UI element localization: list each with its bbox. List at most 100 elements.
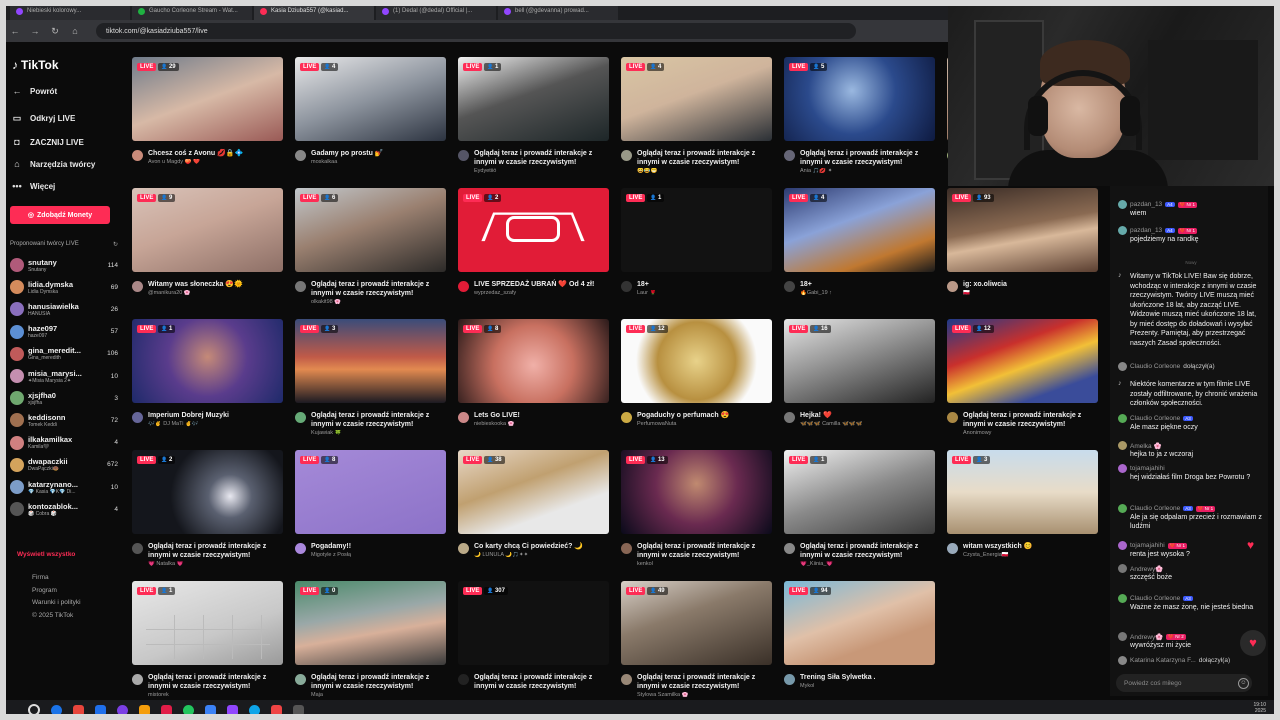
- chat-username[interactable]: tojamajahihi: [1130, 542, 1165, 549]
- live-stream-card[interactable]: LIVE 👤 16 Hejka! ❤️ 🦋🦋🦋 Camilla 🦋🦋🦋: [784, 319, 935, 427]
- chat-avatar[interactable]: [1118, 632, 1127, 641]
- live-stream-card[interactable]: LIVE 👤 0 Oglądaj teraz i prowadź interakcj…: [295, 581, 446, 698]
- browser-tab[interactable]: Gaucho Corleone Stream - Wat...: [132, 2, 252, 20]
- streamer-avatar[interactable]: [295, 543, 306, 554]
- suggested-creator[interactable]: hanusiawielka HANUSIA 26: [10, 298, 118, 320]
- stream-thumbnail[interactable]: LIVE 👤 93: [947, 188, 1098, 272]
- streamer-avatar[interactable]: [295, 674, 306, 685]
- streamer-avatar[interactable]: [621, 150, 632, 161]
- suggested-creator[interactable]: snutany Snutany 114: [10, 254, 118, 276]
- live-stream-card[interactable]: LIVE 👤 3 witam wszystkich 😊 Czysta_Energia🇵…: [947, 450, 1098, 558]
- chat-avatar[interactable]: [1118, 656, 1127, 665]
- streamer-avatar[interactable]: [458, 412, 469, 423]
- live-stream-card[interactable]: LIVE 👤 38 Co karty chcą Ci powiedzieć? 🌙 🌙 …: [458, 450, 609, 558]
- taskbar-app-icon[interactable]: [271, 704, 282, 716]
- suggested-creator[interactable]: gina_meredit... Gina_meredith 106: [10, 343, 118, 365]
- stream-thumbnail[interactable]: LIVE 👤 4: [784, 188, 935, 272]
- taskbar-app-icon[interactable]: [117, 704, 128, 716]
- streamer-avatar[interactable]: [947, 412, 958, 423]
- chat-username[interactable]: Katarina Katarzyna F...: [1130, 657, 1196, 664]
- live-stream-card[interactable]: LIVE 👤 1 Oglądaj teraz i prowadź interakcj…: [784, 450, 935, 567]
- stream-thumbnail[interactable]: LIVE 👤 12: [621, 319, 772, 403]
- streamer-avatar[interactable]: [132, 543, 143, 554]
- live-stream-card[interactable]: LIVE 👤 9 Witamy was słoneczka 😍🌞 @manikura2…: [132, 188, 283, 296]
- live-stream-card[interactable]: LIVE 👤 94 Trening Siła Sylwetka . Mykol: [784, 581, 935, 689]
- like-heart-button[interactable]: ♥: [1240, 630, 1266, 656]
- footer-link[interactable]: Warunki i polityki: [32, 599, 81, 606]
- taskbar-app-icon[interactable]: [73, 704, 84, 716]
- nav-item-live-tv[interactable]: ▭ Odkryj LIVE: [12, 113, 76, 124]
- stream-thumbnail[interactable]: LIVE👤 1: [132, 581, 283, 665]
- nav-item-home[interactable]: ⌂ Narzędzia twórcy: [12, 159, 95, 169]
- live-stream-card[interactable]: LIVE 👤 4 Oglądaj teraz i prowadź interakcj…: [621, 57, 772, 174]
- stream-thumbnail[interactable]: LIVE 👤 38: [458, 450, 609, 534]
- footer-link[interactable]: Firma: [32, 574, 49, 581]
- stream-thumbnail[interactable]: LIVE 👤 307: [458, 581, 609, 665]
- suggested-creator[interactable]: lidia.dymska Lidia Dymska 69: [10, 276, 118, 298]
- stream-thumbnail[interactable]: LIVE 👤 94: [784, 581, 935, 665]
- live-stream-card[interactable]: LIVE 👤 1 Imperium Dobrej Muzyki 🎶✌️ DJ MaTi…: [132, 319, 283, 427]
- stream-thumbnail[interactable]: LIVE 👤 0: [295, 581, 446, 665]
- streamer-avatar[interactable]: [621, 412, 632, 423]
- chat-username[interactable]: Claudio Corleone: [1130, 595, 1180, 602]
- chat-username[interactable]: Amelka 🌸: [1130, 442, 1162, 450]
- streamer-avatar[interactable]: [947, 281, 958, 292]
- chat-avatar[interactable]: [1118, 414, 1127, 423]
- suggested-creator[interactable]: keddisonn Tomek Keddi 72: [10, 409, 118, 431]
- chat-username[interactable]: Andrewy🌸: [1130, 565, 1163, 573]
- stream-thumbnail[interactable]: LIVE 👤 8: [458, 319, 609, 403]
- suggested-creator[interactable]: kontozablok... 🎲 Cobra 🎲 4: [10, 498, 118, 520]
- stream-thumbnail[interactable]: LIVE 👤 4: [295, 57, 446, 141]
- chat-username[interactable]: Andrewy🌸: [1130, 633, 1163, 641]
- emoji-icon[interactable]: ☺: [1238, 678, 1249, 689]
- live-stream-card[interactable]: LIVE 👤 1 18+ Laur 🌹: [621, 188, 772, 296]
- chat-username[interactable]: pazdan_13: [1130, 201, 1162, 208]
- stream-thumbnail[interactable]: LIVE 👤 12: [947, 319, 1098, 403]
- stream-thumbnail[interactable]: LIVE 👤 5: [784, 57, 935, 141]
- suggested-creator[interactable]: haze097 haze097 57: [10, 321, 118, 343]
- chat-username[interactable]: pazdan_13: [1130, 227, 1162, 234]
- streamer-avatar[interactable]: [132, 150, 143, 161]
- chat-avatar[interactable]: [1118, 504, 1127, 513]
- live-stream-card[interactable]: LIVE 👤 1 Oglądaj teraz i prowadź interakcj…: [132, 581, 283, 698]
- stream-thumbnail[interactable]: LIVE 👤 49: [621, 581, 772, 665]
- live-stream-card[interactable]: LIVE 👤 8 Lets Go LIVE! niebieskooka 🌸: [458, 319, 609, 427]
- streamer-avatar[interactable]: [784, 281, 795, 292]
- live-stream-card[interactable]: LIVE 👤 1 Oglądaj teraz i prowadź interakcj…: [458, 57, 609, 174]
- taskbar-app-icon[interactable]: [139, 704, 150, 716]
- chat-avatar[interactable]: [1118, 541, 1127, 550]
- nav-item-more[interactable]: ••• Więcej: [12, 181, 55, 191]
- footer-link[interactable]: Program: [32, 587, 57, 594]
- suggested-creator[interactable]: katarzynano... 💎 Kasia 💎K💎 Di... 10: [10, 476, 118, 498]
- stream-thumbnail[interactable]: LIVE👤 1: [132, 319, 283, 403]
- chat-avatar[interactable]: [1118, 362, 1127, 371]
- taskbar-app-icon[interactable]: [51, 704, 62, 716]
- streamer-avatar[interactable]: [621, 543, 632, 554]
- live-stream-card[interactable]: LIVE 👤 3 Oglądaj teraz i prowadź interakcj…: [295, 319, 446, 436]
- chat-avatar[interactable]: [1118, 594, 1127, 603]
- chat-username[interactable]: Claudio Corleone: [1130, 505, 1180, 512]
- chat-username[interactable]: Claudio Corleone: [1130, 415, 1180, 422]
- streamer-avatar[interactable]: [621, 281, 632, 292]
- live-stream-card[interactable]: LIVE 👤 93 ig: xo.oliwcia 🇵🇱: [947, 188, 1098, 296]
- stream-thumbnail[interactable]: LIVE 👤 3: [295, 319, 446, 403]
- stream-thumbnail[interactable]: LIVE 👤 8: [295, 450, 446, 534]
- live-stream-card[interactable]: LIVE 👤 12 Pogaduchy o perfumach 😍 Perfumowa…: [621, 319, 772, 427]
- chat-avatar[interactable]: [1118, 200, 1127, 209]
- browser-tab[interactable]: bell (@gdevanna) prowad...: [498, 2, 618, 20]
- chat-avatar[interactable]: [1118, 464, 1127, 473]
- url-field[interactable]: tiktok.com/@kasiadziuba557/live: [96, 23, 856, 39]
- nav-item-camera[interactable]: ◘ ZACZNIJ LIVE: [12, 137, 84, 147]
- streamer-avatar[interactable]: [784, 150, 795, 161]
- live-stream-card[interactable]: LIVE 👤 307 Oglądaj teraz i prowadź interak…: [458, 581, 609, 692]
- chat-username[interactable]: tojamajahihi: [1130, 465, 1165, 472]
- stream-thumbnail[interactable]: LIVE👤 1: [621, 188, 772, 272]
- streamer-avatar[interactable]: [458, 281, 469, 292]
- streamer-avatar[interactable]: [132, 412, 143, 423]
- taskbar-app-icon[interactable]: [293, 704, 304, 716]
- live-stream-card[interactable]: LIVE 👤 13 Oglądaj teraz i prowadź interakc…: [621, 450, 772, 567]
- streamer-avatar[interactable]: [458, 150, 469, 161]
- streamer-avatar[interactable]: [295, 150, 306, 161]
- stream-thumbnail[interactable]: LIVE 👤 9: [132, 188, 283, 272]
- back-icon[interactable]: ←: [10, 26, 20, 36]
